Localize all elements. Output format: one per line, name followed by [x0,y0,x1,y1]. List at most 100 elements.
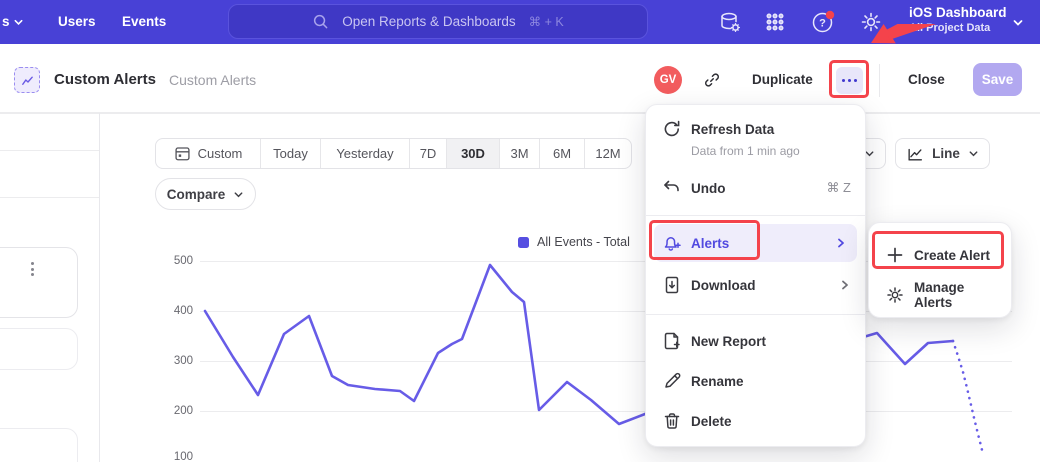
y-axis-tick-100: 100 [163,451,193,462]
nav-item-events[interactable]: Events [122,0,166,44]
sidebar-row-divider [0,197,99,198]
menu-divider [646,314,865,315]
chevron-right-icon [835,237,847,249]
chevron-down-icon[interactable] [1012,17,1024,29]
sidebar-divider [99,113,100,462]
kebab-menu-icon[interactable] [25,256,39,282]
help-icon[interactable]: ? [810,9,836,35]
app-window: 500 400 300 200 100 All Events - Total C… [0,0,1040,462]
menu-item-label: Rename [691,374,744,389]
data-management-icon[interactable] [717,9,743,35]
submenu-item-label: Create Alert [914,248,990,263]
search-icon [312,13,329,30]
compare-dropdown[interactable]: Compare [155,178,256,210]
report-toolbar: Custom Alerts Custom Alerts GV Duplicate… [0,44,1040,113]
date-range-3m[interactable]: 3M [499,139,539,168]
menu-item-label: Undo [691,181,726,196]
undo-icon [662,178,682,198]
date-range-label: 6M [553,146,571,161]
search-placeholder: Open Reports & Dashboards [342,14,515,29]
legend-label: All Events - Total [537,235,630,249]
date-range-label: 7D [420,146,437,161]
y-axis-tick-400: 400 [163,305,193,317]
report-title: Custom Alerts [54,71,156,88]
menu-item-label: Delete [691,414,732,429]
top-nav-bar: s Users Events Open Reports & Dashboards… [0,0,1040,44]
date-range-label: Custom [198,146,243,161]
date-range-today[interactable]: Today [260,139,320,168]
chart-type-dropdown[interactable]: Line [895,138,990,169]
y-axis-tick-200: 200 [163,405,193,417]
date-range-label: Today [273,146,308,161]
menu-item-undo[interactable]: Undo ⌘ Z [646,169,865,207]
date-range-7d[interactable]: 7D [409,139,446,168]
date-range-6m[interactable]: 6M [539,139,584,168]
menu-item-refresh-data[interactable]: Refresh Data [646,117,865,141]
more-options-button[interactable] [836,67,863,94]
gear-icon [885,285,905,305]
y-axis-tick-500: 500 [163,255,193,267]
menu-divider [646,215,865,216]
duplicate-button[interactable]: Duplicate [752,72,813,87]
chart-legend: All Events - Total [518,235,630,249]
submenu-item-create-alert[interactable]: Create Alert [869,235,1011,275]
date-range-12m[interactable]: 12M [584,139,631,168]
toolbar-divider [879,64,880,97]
menu-item-label: New Report [691,334,766,349]
report-options-menu: Refresh Data Data from 1 min ago Undo ⌘ … [645,104,866,447]
y-axis-tick-300: 300 [163,355,193,367]
plus-icon [885,245,905,265]
trash-icon [662,411,682,431]
undo-shortcut: ⌘ Z [826,180,851,196]
date-range-control: Custom Today Yesterday 7D 30D 3M 6M 12M [155,138,632,169]
chart-type-label: Line [932,146,960,161]
date-range-label: 12M [595,146,620,161]
compare-label: Compare [167,187,226,202]
line-chart-icon [906,145,924,163]
chevron-down-icon [233,189,244,200]
svg-text:?: ? [819,18,826,30]
series-line-dotted [953,341,982,450]
menu-item-download[interactable]: Download [646,266,865,304]
project-name: iOS Dashboard [909,4,1009,21]
date-range-label: 30D [461,146,485,161]
legend-swatch [518,237,529,248]
toolbar-bottom-divider [0,113,1040,114]
sidebar-query-card[interactable] [0,247,78,318]
project-switcher[interactable]: iOS Dashboard All Project Data [909,4,1009,35]
menu-item-label: Alerts [691,236,729,251]
date-range-30d-selected[interactable]: 30D [446,139,499,168]
menu-item-delete[interactable]: Delete [646,401,865,441]
sidebar-query-card[interactable] [0,428,78,462]
pencil-icon [662,371,682,391]
close-button[interactable]: Close [908,72,945,87]
sidebar-query-card[interactable] [0,328,78,370]
date-range-yesterday[interactable]: Yesterday [320,139,409,168]
menu-item-alerts[interactable]: Alerts [654,224,857,262]
refresh-data-subtitle: Data from 1 min ago [646,141,865,161]
download-icon [662,275,682,295]
new-report-icon [662,331,682,351]
date-range-custom[interactable]: Custom [156,139,260,168]
menu-item-rename[interactable]: Rename [646,361,865,401]
project-scope: All Project Data [909,21,1009,35]
nav-item-truncated[interactable]: s [2,0,10,44]
submenu-item-manage-alerts[interactable]: Manage Alerts [869,275,1011,315]
user-avatar[interactable]: GV [654,66,682,94]
nav-item-users[interactable]: Users [58,0,96,44]
copy-link-icon[interactable] [702,70,722,90]
chevron-down-icon [968,148,979,159]
menu-item-label: Refresh Data [691,122,774,137]
menu-item-label: Download [691,278,756,293]
chevron-right-icon [839,279,851,291]
apps-grid-icon[interactable] [762,9,788,35]
save-button[interactable]: Save [973,63,1022,96]
sidebar-row-divider [0,150,99,151]
menu-item-new-report[interactable]: New Report [646,321,865,361]
submenu-item-label: Manage Alerts [914,280,997,310]
report-breadcrumb: Custom Alerts [169,72,256,88]
settings-gear-icon[interactable] [858,9,884,35]
alerts-submenu: Create Alert Manage Alerts [868,222,1012,318]
search-bar[interactable]: Open Reports & Dashboards ⌘ + K [228,4,648,39]
chevron-down-icon [13,17,24,28]
